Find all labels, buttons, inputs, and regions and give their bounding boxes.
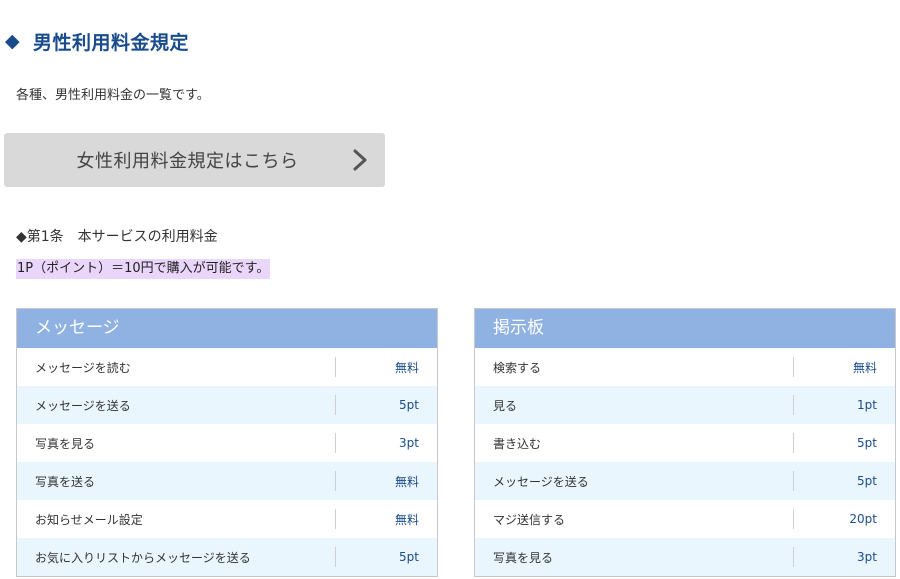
table-row: メッセージを読む 無料 bbox=[17, 348, 437, 386]
fee-item-name: 見る bbox=[493, 398, 518, 413]
fee-item-name: お気に入りリストからメッセージを送る bbox=[35, 550, 251, 565]
point-rate-note: 1P（ポイント）＝10円で購入が可能です。 bbox=[16, 259, 271, 279]
table-row: 写真を見る 3pt bbox=[17, 424, 437, 462]
table-row: 写真を見る 3pt bbox=[475, 538, 895, 576]
female-fee-link-button[interactable]: 女性利用料金規定はこちら bbox=[4, 133, 385, 187]
page-title: 男性利用料金規定 bbox=[33, 31, 190, 54]
table-row: マジ送信する 20pt bbox=[475, 500, 895, 538]
fee-item-price: 無料 bbox=[852, 360, 877, 375]
fee-item-price: 5pt bbox=[857, 474, 877, 488]
table-row: 写真を送る 無料 bbox=[17, 462, 437, 500]
column-divider bbox=[335, 395, 336, 415]
fee-item-price: 無料 bbox=[394, 360, 419, 375]
fee-item-name: 写真を送る bbox=[35, 474, 96, 489]
message-fee-table: メッセージ メッセージを読む 無料 メッセージを送る 5pt 写真を見る 3pt… bbox=[16, 308, 438, 577]
table-row: 見る 1pt bbox=[475, 386, 895, 424]
board-table-header: 掲示板 bbox=[475, 309, 895, 348]
fee-item-name: マジ送信する bbox=[493, 512, 566, 527]
fee-item-price: 3pt bbox=[399, 436, 419, 450]
fee-item-name: メッセージを送る bbox=[35, 398, 131, 413]
diamond-icon: ◆ bbox=[5, 30, 20, 52]
female-fee-link-label: 女性利用料金規定はこちら bbox=[76, 151, 299, 172]
fee-item-name: メッセージを送る bbox=[493, 474, 589, 489]
article-title: ◆第1条 本サービスの利用料金 bbox=[16, 229, 218, 245]
message-table-header: メッセージ bbox=[17, 309, 437, 348]
fee-item-price: 無料 bbox=[394, 474, 419, 489]
column-divider bbox=[793, 357, 794, 377]
column-divider bbox=[793, 395, 794, 415]
table-row: 書き込む 5pt bbox=[475, 424, 895, 462]
board-fee-table: 掲示板 検索する 無料 見る 1pt 書き込む 5pt メッセージを送る 5pt… bbox=[474, 308, 896, 577]
chevron-right-icon bbox=[353, 149, 367, 171]
table-row: お知らせメール設定 無料 bbox=[17, 500, 437, 538]
column-divider bbox=[335, 357, 336, 377]
column-divider bbox=[793, 547, 794, 567]
fee-item-price: 1pt bbox=[857, 398, 877, 412]
fee-item-price: 3pt bbox=[857, 550, 877, 564]
column-divider bbox=[335, 433, 336, 453]
table-row: メッセージを送る 5pt bbox=[475, 462, 895, 500]
table-row: メッセージを送る 5pt bbox=[17, 386, 437, 424]
column-divider bbox=[793, 433, 794, 453]
fee-item-price: 5pt bbox=[399, 398, 419, 412]
table-row: お気に入りリストからメッセージを送る 5pt bbox=[17, 538, 437, 576]
column-divider bbox=[335, 471, 336, 491]
page-heading: ◆ 男性利用料金規定 bbox=[5, 26, 189, 56]
fee-item-price: 無料 bbox=[394, 512, 419, 527]
fee-item-name: 書き込む bbox=[493, 436, 542, 451]
fee-item-name: 検索する bbox=[493, 360, 542, 375]
fee-item-price: 20pt bbox=[849, 512, 877, 526]
fee-item-name: メッセージを読む bbox=[35, 360, 131, 375]
column-divider bbox=[335, 547, 336, 567]
fee-item-name: お知らせメール設定 bbox=[35, 512, 143, 527]
fee-item-price: 5pt bbox=[399, 550, 419, 564]
column-divider bbox=[793, 509, 794, 529]
column-divider bbox=[793, 471, 794, 491]
fee-item-name: 写真を見る bbox=[493, 550, 554, 565]
fee-item-name: 写真を見る bbox=[35, 436, 96, 451]
intro-text: 各種、男性利用料金の一覧です。 bbox=[16, 88, 210, 103]
fee-item-price: 5pt bbox=[857, 436, 877, 450]
column-divider bbox=[335, 509, 336, 529]
table-row: 検索する 無料 bbox=[475, 348, 895, 386]
